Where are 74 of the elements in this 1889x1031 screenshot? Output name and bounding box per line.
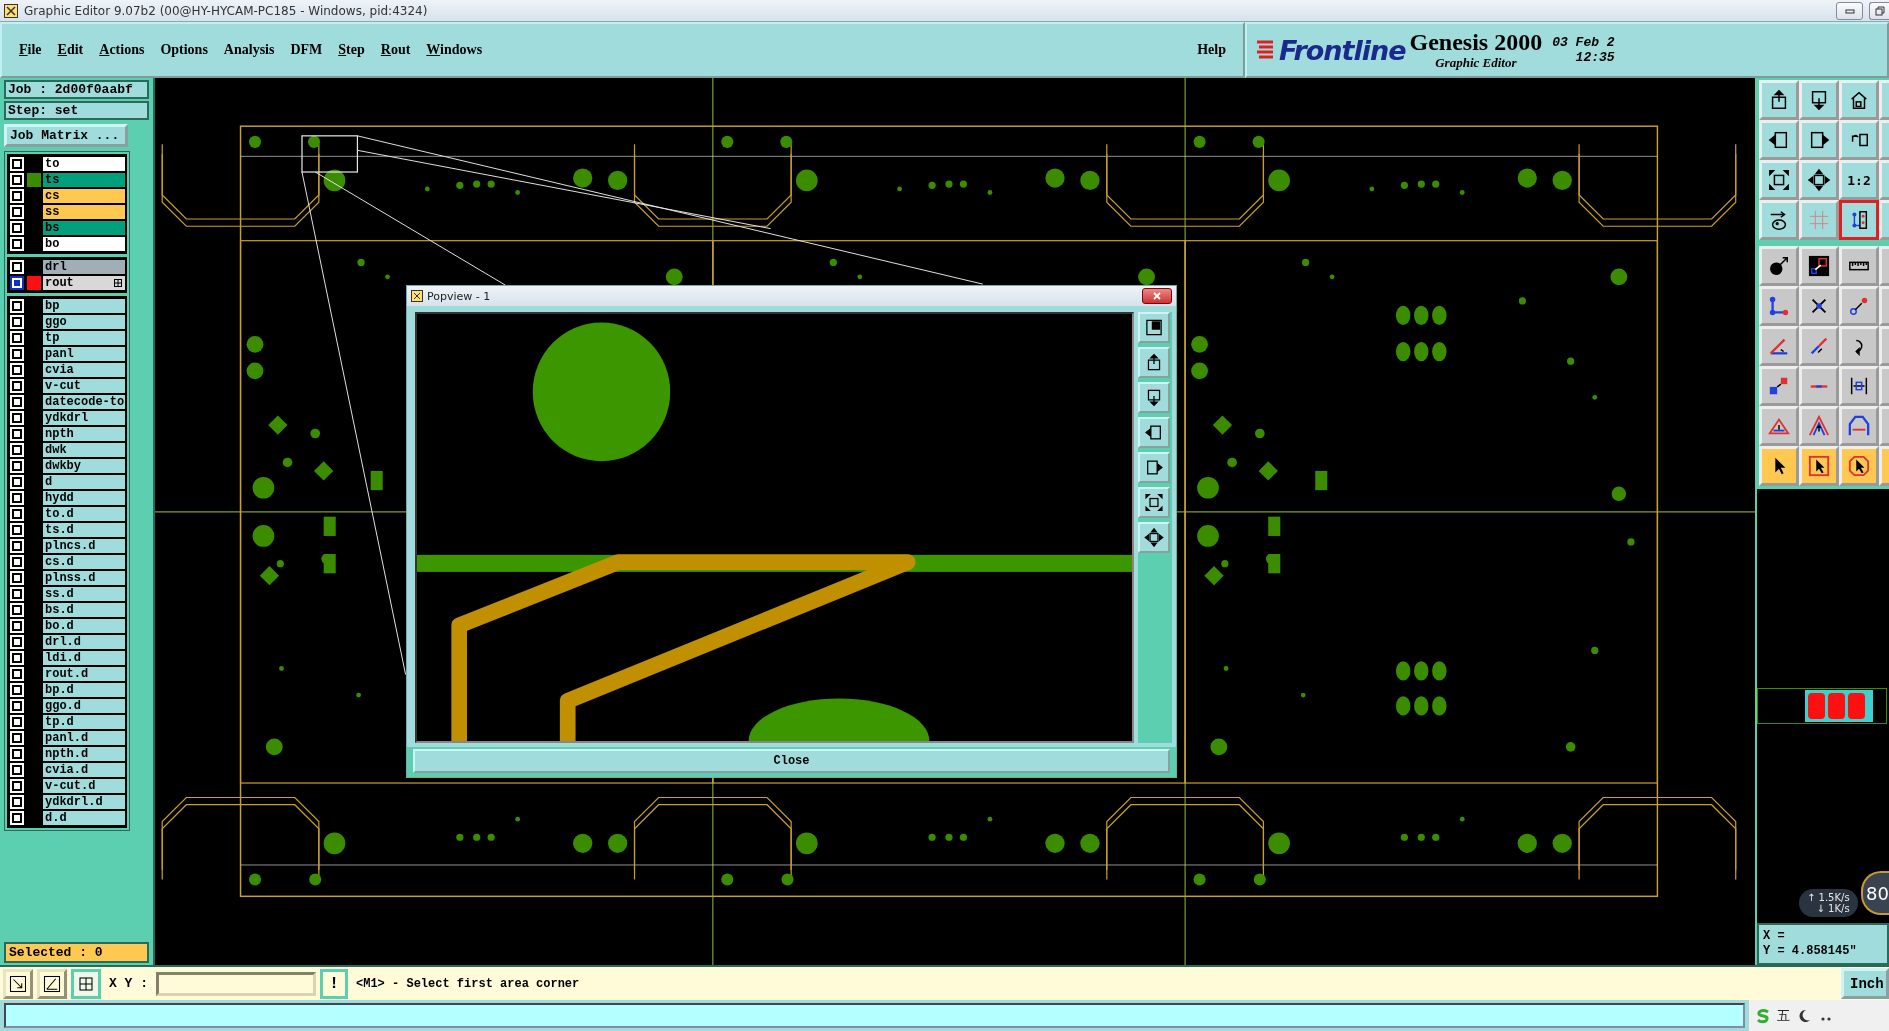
menu-item[interactable]: Rout	[373, 40, 418, 60]
layer-name[interactable]: d	[43, 475, 125, 489]
menu-item[interactable]: Actions	[92, 40, 152, 60]
popview-title: Popview - 1	[427, 289, 491, 303]
help-menu[interactable]: Help	[1190, 40, 1233, 60]
menu-item[interactable]: Edit	[50, 40, 91, 60]
date-text: 03 Feb 2	[1552, 35, 1615, 50]
y-coordinate: Y = 4.858145"	[1763, 944, 1858, 959]
layer-name[interactable]: bp	[43, 299, 125, 313]
layer-name[interactable]: panl	[43, 347, 125, 361]
toolbar-button[interactable]: 1:2	[1839, 160, 1879, 200]
layer-name[interactable]: v-cut.d	[43, 779, 125, 793]
download-rate: ↓ 1K/s	[1816, 903, 1850, 914]
menu-item[interactable]: Options	[153, 40, 215, 60]
layer-name[interactable]: bp.d	[43, 683, 125, 697]
layer-name[interactable]: bs	[43, 221, 125, 235]
brand-logo: Frontline	[1279, 34, 1406, 66]
menu-item[interactable]: Windows	[419, 40, 490, 60]
layer-name[interactable]: v-cut	[43, 379, 125, 393]
product-name: Genesis 2000	[1409, 29, 1543, 55]
layer-name[interactable]: ss	[43, 205, 125, 219]
layer-name[interactable]: ss.d	[43, 587, 125, 601]
layer-name[interactable]: ydkdrl.d	[43, 795, 125, 809]
menu-item[interactable]: File	[12, 40, 49, 60]
selected-count: Selected : 0	[4, 942, 149, 963]
layer-name[interactable]: drl.d	[43, 635, 125, 649]
usage-gauge: 80	[1861, 871, 1889, 915]
layer-name[interactable]: ts	[43, 173, 125, 187]
layer-name[interactable]: cs.d	[43, 555, 125, 569]
layer-name[interactable]: ldi.d	[43, 651, 125, 665]
upload-rate: ↑ 1.5K/s	[1807, 892, 1850, 903]
layer-name[interactable]: bo	[43, 237, 125, 251]
menu-item[interactable]: Analysis	[216, 40, 282, 60]
layer-name[interactable]: ts.d	[43, 523, 125, 537]
layer-name[interactable]: dwkby	[43, 459, 125, 473]
layer-name[interactable]: npth.d	[43, 747, 125, 761]
layer-name[interactable]: to	[43, 157, 125, 171]
units-button[interactable]: Inch	[1841, 968, 1889, 999]
product-subtitle: Graphic Editor	[1435, 55, 1517, 71]
layer-name[interactable]: rout.d	[43, 667, 125, 681]
close-button[interactable]: Close	[413, 749, 1170, 773]
layer-name[interactable]: d.d	[43, 811, 125, 825]
alert-button[interactable]: !	[320, 968, 348, 999]
layer-name[interactable]: npth	[43, 427, 125, 441]
layer-name[interactable]: bo.d	[43, 619, 125, 633]
job-label: Job : 2d00f0aabf	[4, 80, 149, 99]
layer-name[interactable]: cvia	[43, 363, 125, 377]
prompt-message: <M1> - Select first area corner	[356, 976, 580, 991]
time-text: 12:35	[1575, 50, 1615, 65]
xy-label: X Y :	[109, 976, 148, 991]
layer-name[interactable]: cvia.d	[43, 763, 125, 777]
layer-name[interactable]: ggo.d	[43, 699, 125, 713]
layer-name[interactable]: ydkdrl	[43, 411, 125, 425]
layer-name[interactable]: panl.d	[43, 731, 125, 745]
layer-name[interactable]: bs.d	[43, 603, 125, 617]
layer-name[interactable]: datecode-to	[43, 395, 125, 409]
layer-name[interactable]: to.d	[43, 507, 125, 521]
input-method-indicator[interactable]: 五	[1777, 1006, 1790, 1025]
step-label: Step: set	[4, 101, 149, 120]
x-coordinate: X =	[1763, 929, 1786, 944]
layer-name[interactable]: cs	[43, 189, 125, 203]
layer-name[interactable]: plnss.d	[43, 571, 125, 585]
layer-name[interactable]: dwk	[43, 443, 125, 457]
layer-name[interactable]: tp.d	[43, 715, 125, 729]
menu-item[interactable]: DFM	[283, 40, 330, 60]
layer-name[interactable]: rout	[43, 276, 125, 290]
layer-name[interactable]: plncs.d	[43, 539, 125, 553]
layer-name[interactable]: drl	[43, 260, 125, 274]
layer-name[interactable]: hydd	[43, 491, 125, 505]
menu-item[interactable]: Step	[331, 40, 372, 60]
layer-name[interactable]: tp	[43, 331, 125, 345]
layer-name[interactable]: ggo	[43, 315, 125, 329]
window-title: Graphic Editor 9.07b2 (00@HY-HYCAM-PC185 - Windows, pid:4324)	[24, 3, 428, 18]
job-matrix-button[interactable]: Job Matrix ...	[4, 124, 128, 147]
